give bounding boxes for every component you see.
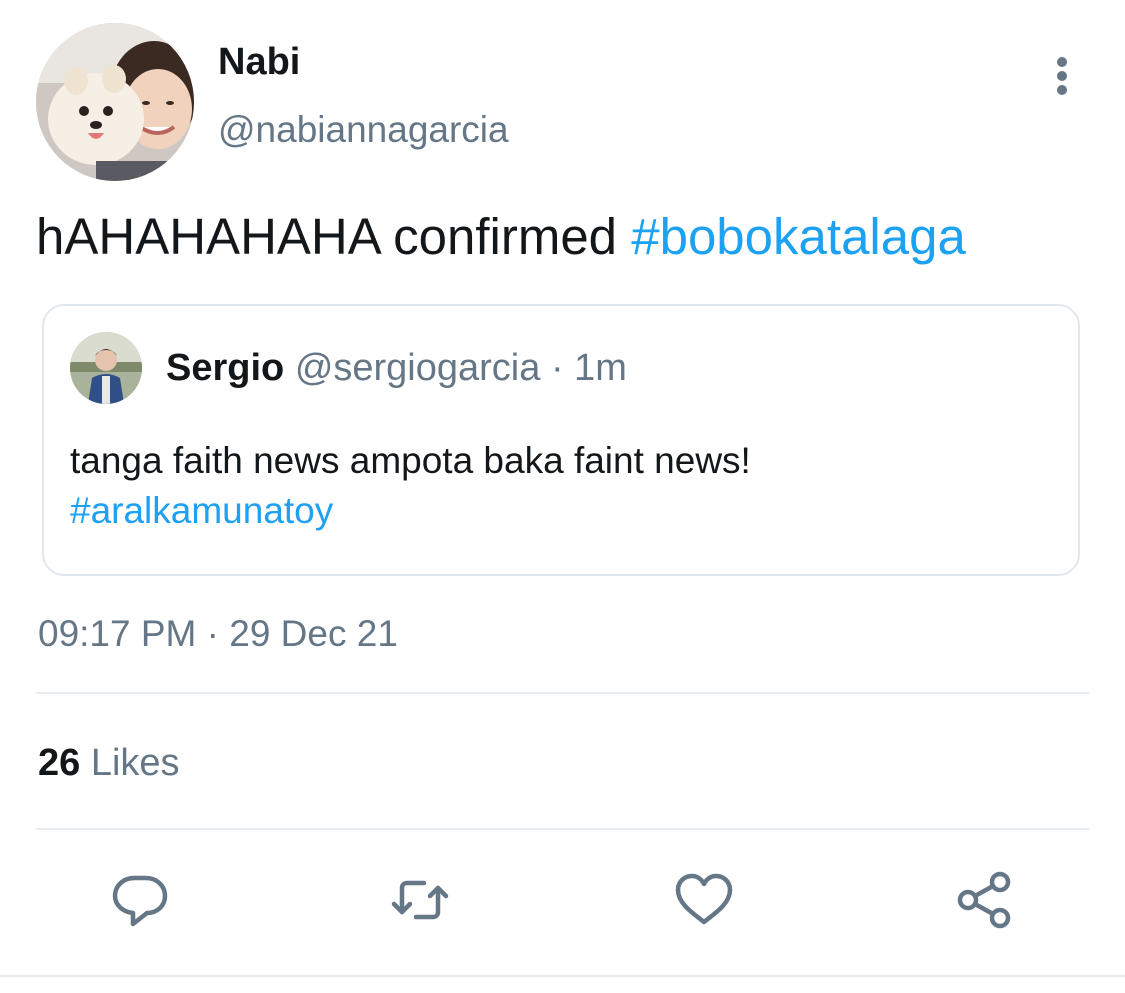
likes-count: 26 xyxy=(38,742,81,784)
share-button[interactable] xyxy=(952,868,1016,932)
quoted-author-avatar[interactable] xyxy=(70,332,142,404)
reply-icon xyxy=(112,875,168,927)
quoted-tweet-header: Sergio @sergiogarcia · 1m xyxy=(166,344,627,392)
retweet-icon xyxy=(391,880,449,920)
reply-button[interactable] xyxy=(108,868,172,932)
divider xyxy=(36,828,1089,830)
likes-stat[interactable]: 26 Likes xyxy=(38,738,180,788)
like-button[interactable] xyxy=(672,868,736,932)
divider xyxy=(0,975,1125,977)
quoted-avatar-photo xyxy=(70,332,142,404)
quoted-tweet-card[interactable]: Sergio @sergiogarcia · 1m tanga faith ne… xyxy=(42,304,1080,576)
tweet-body-text: hAHAHAHAHA confirmed xyxy=(36,208,632,265)
quoted-time: · 1m xyxy=(540,347,627,389)
more-options-button[interactable] xyxy=(1040,52,1084,100)
retweet-button[interactable] xyxy=(388,868,452,932)
quoted-body-text: tanga faith news ampota baka faint news! xyxy=(70,440,751,481)
quoted-hashtag-link[interactable]: #aralkamunatoy xyxy=(70,486,751,536)
quoted-tweet-text: tanga faith news ampota baka faint news!… xyxy=(70,436,751,536)
tweet-hashtag-link[interactable]: #bobokatalaga xyxy=(631,208,966,265)
tweet-text: hAHAHAHAHA confirmed #bobokatalaga xyxy=(36,205,966,269)
divider xyxy=(36,692,1089,694)
avatar-photo xyxy=(36,23,194,181)
more-vertical-icon xyxy=(1057,57,1067,95)
heart-icon xyxy=(675,873,733,925)
author-display-name[interactable]: Nabi xyxy=(218,38,300,86)
tweet-timestamp[interactable]: 09:17 PM · 29 Dec 21 xyxy=(38,610,398,658)
author-avatar[interactable] xyxy=(36,23,194,181)
likes-label: Likes xyxy=(90,742,180,784)
author-handle[interactable]: @nabiannagarcia xyxy=(218,106,509,154)
quoted-handle[interactable]: @sergiogarcia xyxy=(295,347,541,389)
share-icon xyxy=(957,871,1011,929)
quoted-display-name[interactable]: Sergio xyxy=(166,347,284,389)
